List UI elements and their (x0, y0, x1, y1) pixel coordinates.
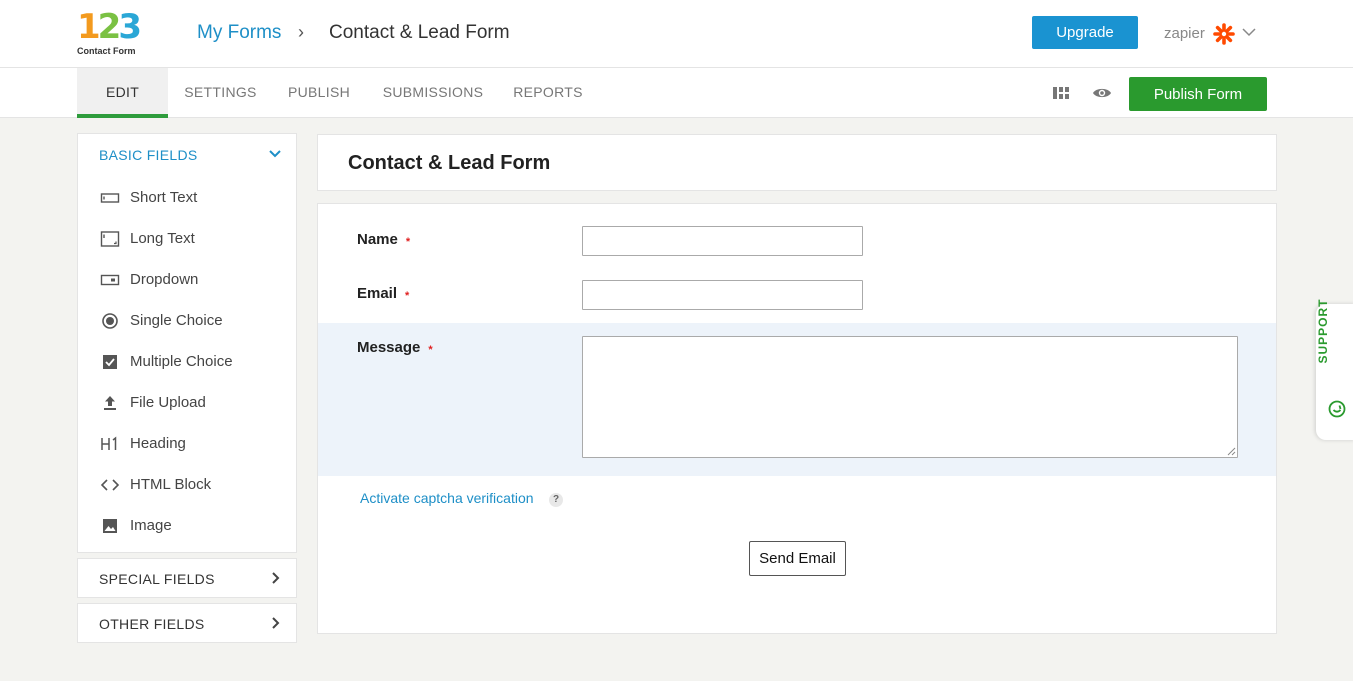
logo-text: Contact Form (77, 46, 136, 56)
field-item-label: Long Text (130, 230, 195, 247)
radio-icon (102, 313, 118, 329)
help-icon[interactable]: ? (549, 493, 563, 507)
tab-bar: EDIT SETTINGS PUBLISH SUBMISSIONS REPORT… (0, 68, 1353, 118)
layout-icon[interactable] (1052, 86, 1070, 100)
form-title[interactable]: Contact & Lead Form (348, 152, 550, 175)
tab-reports[interactable]: REPORTS (512, 68, 584, 118)
special-fields-panel[interactable]: SPECIAL FIELDS (77, 558, 297, 598)
other-fields-panel[interactable]: OTHER FIELDS (77, 603, 297, 643)
breadcrumb-current: Contact & Lead Form (329, 22, 510, 43)
tab-publish[interactable]: PUBLISH (285, 68, 353, 118)
user-name[interactable]: zapier (1164, 25, 1205, 42)
field-label-name: Name * (357, 231, 411, 248)
field-item-label: Image (130, 517, 172, 534)
required-mark: * (405, 290, 410, 302)
breadcrumb-separator: › (298, 22, 304, 42)
field-item-label: Heading (130, 435, 186, 452)
chevron-right-icon[interactable] (268, 571, 282, 585)
field-item-image[interactable]: Image (100, 514, 280, 538)
name-input[interactable] (582, 226, 863, 256)
chevron-right-icon[interactable] (268, 616, 282, 630)
support-label: SUPPORT (1316, 298, 1330, 364)
special-fields-header[interactable]: SPECIAL FIELDS (99, 571, 215, 587)
field-item-label: Short Text (130, 189, 198, 206)
basic-fields-panel: BASIC FIELDS Short Text Long Text Dropdo… (77, 133, 297, 553)
field-item-short-text[interactable]: Short Text (100, 186, 280, 210)
field-item-label: Single Choice (130, 312, 223, 329)
logo-digits: 123 (77, 7, 142, 47)
chevron-down-icon[interactable] (268, 147, 282, 161)
preview-eye-icon[interactable] (1092, 86, 1112, 100)
message-textarea[interactable] (582, 336, 1238, 458)
field-item-dropdown[interactable]: Dropdown (100, 268, 280, 292)
checkbox-icon (103, 355, 117, 369)
breadcrumb-my-forms[interactable]: My Forms (197, 22, 281, 44)
top-header: 123 Contact Form My Forms › Contact & Le… (0, 0, 1353, 68)
field-item-long-text[interactable]: Long Text (100, 227, 280, 251)
activate-captcha-link[interactable]: Activate captcha verification (360, 490, 534, 506)
field-item-multiple-choice[interactable]: Multiple Choice (100, 350, 280, 374)
tab-settings[interactable]: SETTINGS (183, 68, 258, 118)
chevron-down-icon[interactable] (1242, 27, 1256, 37)
field-item-label: Dropdown (130, 271, 199, 288)
resize-grip-icon[interactable] (1227, 447, 1236, 456)
tab-edit[interactable]: EDIT (77, 68, 168, 118)
field-item-heading[interactable]: Heading (100, 432, 280, 456)
other-fields-header[interactable]: OTHER FIELDS (99, 616, 205, 632)
field-item-label: HTML Block (130, 476, 212, 493)
field-label-message: Message * (357, 339, 433, 356)
field-item-html-block[interactable]: HTML Block (100, 473, 280, 497)
field-item-label: Multiple Choice (130, 353, 233, 370)
dropdown-icon (100, 274, 120, 286)
form-title-card[interactable]: Contact & Lead Form (317, 134, 1277, 191)
field-label-email: Email * (357, 285, 410, 302)
zapier-asterisk-icon[interactable] (1213, 23, 1235, 45)
email-input[interactable] (582, 280, 863, 310)
required-mark: * (428, 344, 433, 356)
upload-icon (104, 396, 116, 410)
field-item-single-choice[interactable]: Single Choice (100, 309, 280, 333)
support-chat-icon (1328, 400, 1346, 418)
tab-submissions[interactable]: SUBMISSIONS (381, 68, 485, 118)
field-item-file-upload[interactable]: File Upload (100, 391, 280, 415)
code-icon (100, 479, 120, 491)
form-body-card: Name * Email * Message * Activate captcha v… (317, 203, 1277, 634)
support-tab[interactable]: SUPPORT (1316, 299, 1353, 440)
required-mark: * (405, 236, 411, 248)
long-text-icon (100, 231, 120, 247)
image-icon (103, 519, 117, 533)
short-text-icon (100, 193, 120, 203)
send-email-button[interactable]: Send Email (749, 541, 846, 576)
basic-fields-header[interactable]: BASIC FIELDS (99, 147, 198, 163)
field-item-label: File Upload (130, 394, 206, 411)
logo[interactable]: 123 Contact Form (77, 8, 142, 58)
publish-form-button[interactable]: Publish Form (1129, 77, 1267, 111)
upgrade-button[interactable]: Upgrade (1032, 16, 1138, 49)
heading-icon (101, 436, 117, 450)
